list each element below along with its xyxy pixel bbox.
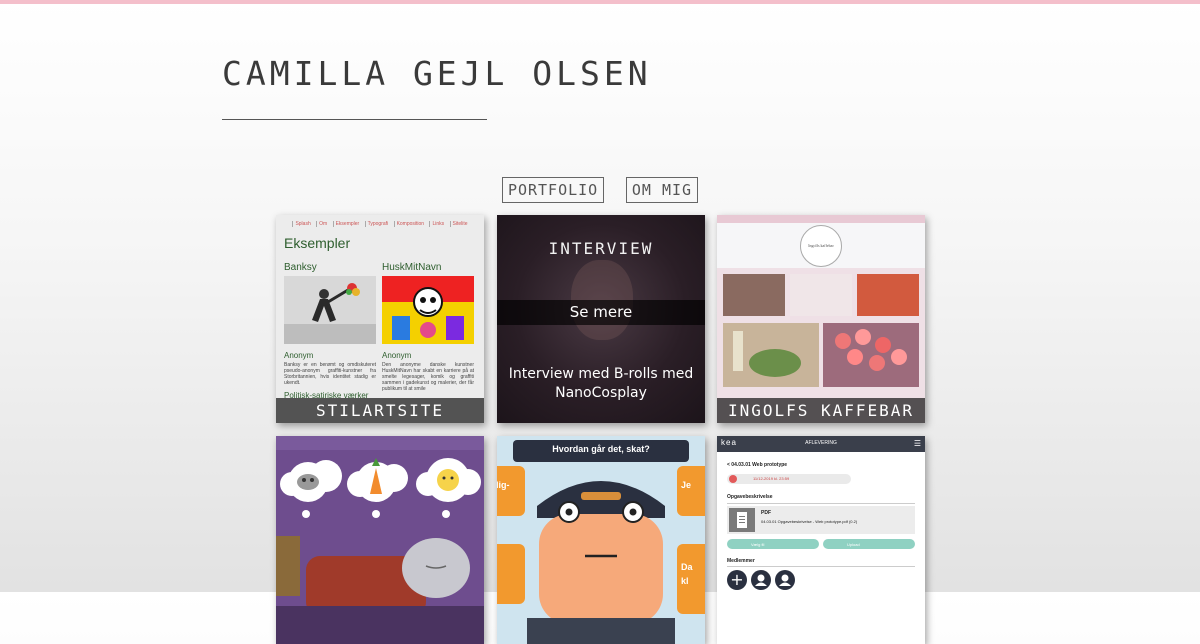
tile-description-line-1: Interview med B-rolls med	[508, 366, 694, 382]
huskmitnavn-image	[382, 276, 474, 344]
preview-artist-2: HuskMitNavn	[382, 262, 442, 273]
cafe-photo	[723, 274, 785, 316]
preview-menu-item: Typografi	[364, 221, 389, 227]
hamburger-icon: ☰	[913, 439, 921, 448]
document-icon	[729, 508, 755, 532]
cafe-photo	[823, 323, 919, 387]
portfolio-tile-illustration[interactable]	[276, 436, 484, 644]
portfolio-tile-stilartsite[interactable]: Splash Om Eksempler Typografi Kompositio…	[276, 215, 484, 423]
file-type: PDF	[761, 510, 771, 516]
portfolio-tile-kea[interactable]: kea AFLEVERING ☰ < 04.03.01 Web prototyp…	[717, 436, 925, 644]
kea-back-link: < 04.03.01 Web prototype	[727, 462, 788, 468]
members-heading: Medlemmer	[727, 558, 755, 564]
preview-menu-item: Komposition	[393, 221, 425, 227]
divider	[727, 503, 915, 504]
preview-menu-item: Om	[316, 221, 328, 227]
clock-icon	[729, 475, 737, 483]
choose-file-label: Vælg fil	[751, 542, 765, 547]
right-bubble-fragment: kl	[681, 576, 689, 586]
divider	[727, 566, 915, 567]
title-underline	[222, 119, 487, 120]
choose-file-button[interactable]	[727, 539, 819, 549]
cafe-photo	[790, 274, 852, 316]
banksy-image	[284, 276, 376, 344]
preview-menu-item: Eksempler	[332, 221, 360, 227]
header-band	[717, 215, 925, 223]
preview-menu-item: Links	[429, 221, 445, 227]
right-bubble-fragment: Je	[681, 480, 692, 490]
tile-description: Interview med B-rolls med NanoCosplay	[497, 365, 705, 403]
kea-bar-title: AFLEVERING	[805, 440, 837, 446]
cafe-photo	[857, 274, 919, 316]
nav-portfolio-button[interactable]: PORTFOLIO	[501, 177, 605, 203]
site-title: CAMILLA GEJL OLSEN	[222, 54, 652, 93]
kea-section-heading: Opgavebeskrivelse	[727, 494, 773, 500]
left-bubble-fragment: lig-	[497, 480, 510, 490]
tile-heading: INTERVIEW	[548, 239, 654, 258]
preview-artist-1: Banksy	[284, 262, 317, 273]
member-avatar-icon[interactable]	[751, 570, 771, 590]
top-accent-bar	[0, 0, 1200, 4]
illustration-image	[276, 436, 484, 644]
preview-heading: Eksempler	[284, 235, 351, 251]
character-illustration	[497, 436, 705, 644]
preview-menu-item: Splash	[292, 221, 311, 227]
tile-description-line-2: NanoCosplay	[555, 385, 647, 401]
member-avatar-icon[interactable]	[775, 570, 795, 590]
preview-menu: Splash Om Eksempler Typografi Kompositio…	[276, 221, 484, 227]
preview-text-1: Banksy er en berømt og omdiskuteret pseu…	[284, 362, 376, 386]
kea-app-bar: kea AFLEVERING ☰	[717, 436, 925, 452]
tile-label: STILARTSITE	[276, 398, 484, 423]
deadline-text: 11/12-2019 kl. 23:59	[753, 476, 790, 481]
tile-label: INGOLFS KAFFEBAR	[717, 398, 925, 423]
cafe-logo: Ingolfs kaffebar	[800, 225, 842, 267]
nav-about-button[interactable]: OM MIG	[625, 177, 699, 203]
upload-label: Upload	[847, 542, 860, 547]
preview-sub-2: Anonym	[382, 351, 412, 360]
main-nav: PORTFOLIO OM MIG	[0, 177, 1200, 203]
see-more-button[interactable]: Se mere	[497, 300, 705, 325]
portfolio-tile-ingolfs[interactable]: Ingolfs kaffebar INGOLFS KAFFEBAR	[717, 215, 925, 423]
add-member-icon[interactable]: +	[727, 570, 747, 590]
preview-text-2: Den anonyme danske kunstner HuskMitNavn …	[382, 362, 474, 392]
file-name: 04.03.01 Opgavebeskrivelse - Web prototy…	[761, 519, 858, 524]
upload-button[interactable]	[823, 539, 915, 549]
portfolio-tile-hvordan[interactable]: Hvordan går det, skat? lig- Je Da kl	[497, 436, 705, 644]
portfolio-tile-interview[interactable]: INTERVIEW Se mere Interview med B-rolls …	[497, 215, 705, 423]
speech-question: Hvordan går det, skat?	[552, 444, 650, 454]
preview-menu-item: Sitelite	[449, 221, 468, 227]
preview-sub-1: Anonym	[284, 351, 314, 360]
right-bubble-fragment: Da	[681, 562, 693, 572]
cafe-photo	[723, 323, 819, 387]
